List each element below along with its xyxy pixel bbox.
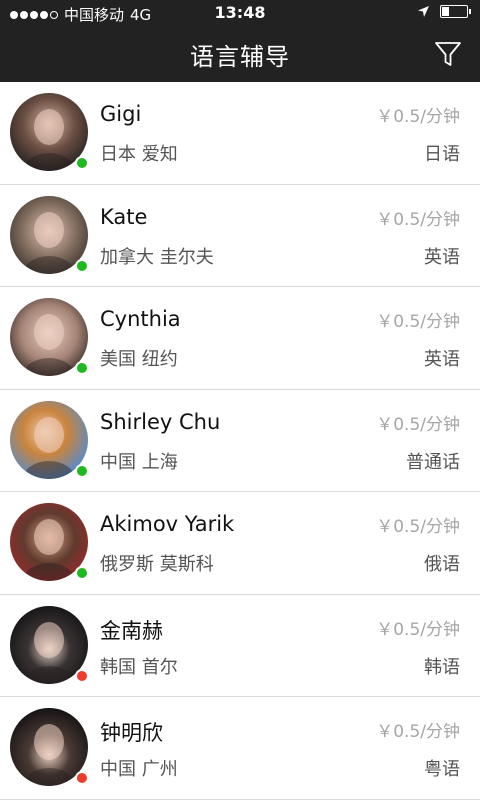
status-bar: 中国移动 4G 13:48	[0, 0, 480, 26]
avatar-container[interactable]	[10, 708, 90, 788]
tutor-list: Gigi 日本 爱知 ￥0.5/分钟 日语 Kate 加拿大 圭尔夫 ￥0.5/…	[0, 82, 480, 800]
filter-icon	[435, 42, 461, 66]
offline-status-dot	[75, 668, 89, 683]
tutor-name: Kate	[100, 204, 148, 229]
avatar-container[interactable]	[10, 298, 90, 378]
tutor-name: Cynthia	[100, 307, 181, 331]
tutor-price: ￥0.5/分钟	[376, 312, 460, 332]
tutor-language: 英语	[424, 246, 460, 268]
tutor-price: ￥0.5/分钟	[376, 107, 460, 127]
tutor-row[interactable]: Cynthia 美国 纽约 ￥0.5/分钟 英语	[0, 287, 480, 390]
tutor-row[interactable]: 钟明欣 中国 广州 ￥0.5/分钟 粤语	[0, 697, 480, 800]
avatar-container[interactable]	[10, 195, 90, 276]
status-right	[417, 5, 471, 18]
tutor-language: 俄语	[424, 554, 460, 575]
tutor-row[interactable]: Kate 加拿大 圭尔夫 ￥0.5/分钟 英语	[0, 185, 480, 287]
online-status-dot	[75, 156, 89, 170]
tutor-language: 粤语	[424, 759, 460, 780]
tutor-price: ￥0.5/分钟	[376, 517, 460, 537]
tutor-language: 普通话	[406, 451, 460, 473]
tutor-price: ￥0.5/分钟	[376, 209, 460, 230]
tutor-location: 中国 广州	[100, 759, 178, 780]
online-status-dot	[75, 361, 89, 375]
tutor-name: Gigi	[100, 102, 142, 126]
avatar-container[interactable]	[10, 93, 90, 173]
tutor-language: 韩语	[424, 656, 460, 678]
tutor-price: ￥0.5/分钟	[376, 414, 460, 435]
tutor-price: ￥0.5/分钟	[376, 619, 460, 640]
tutor-row[interactable]: Gigi 日本 爱知 ￥0.5/分钟 日语	[0, 82, 480, 185]
battery-icon	[440, 5, 471, 18]
tutor-price: ￥0.5/分钟	[376, 722, 460, 742]
tutor-location: 加拿大 圭尔夫	[100, 246, 214, 268]
tutor-name: Shirley Chu	[100, 409, 221, 434]
tutor-location: 韩国 首尔	[100, 656, 178, 678]
page-title: 语言辅导	[190, 43, 290, 71]
tutor-name: 金南赫	[100, 618, 163, 643]
tutor-language: 日语	[424, 144, 460, 165]
tutor-location: 中国 上海	[100, 451, 178, 473]
app-header: 中国移动 4G 13:48 语言辅导	[0, 0, 480, 82]
tutor-location: 俄罗斯 莫斯科	[100, 554, 214, 575]
tutor-language: 英语	[424, 349, 460, 370]
tutor-row[interactable]: Akimov Yarik 俄罗斯 莫斯科 ￥0.5/分钟 俄语	[0, 492, 480, 595]
tutor-name: 钟明欣	[100, 721, 163, 745]
tutor-location: 美国 纽约	[100, 349, 178, 370]
online-status-dot	[75, 258, 89, 273]
avatar-container[interactable]	[10, 400, 90, 481]
online-status-dot	[75, 566, 89, 580]
online-status-dot	[75, 463, 89, 478]
tutor-name: Akimov Yarik	[100, 512, 235, 536]
avatar-container[interactable]	[10, 605, 90, 686]
location-arrow-icon	[418, 6, 429, 17]
status-time: 13:48	[214, 3, 266, 22]
tutor-row[interactable]: Shirley Chu 中国 上海 ￥0.5/分钟 普通话	[0, 390, 480, 492]
offline-status-dot	[75, 771, 89, 785]
tutor-row[interactable]: 金南赫 韩国 首尔 ￥0.5/分钟 韩语	[0, 595, 480, 697]
filter-button[interactable]	[434, 40, 462, 68]
avatar-container[interactable]	[10, 503, 90, 583]
battery-level-fill	[442, 7, 450, 16]
tutor-location: 日本 爱知	[100, 144, 178, 165]
